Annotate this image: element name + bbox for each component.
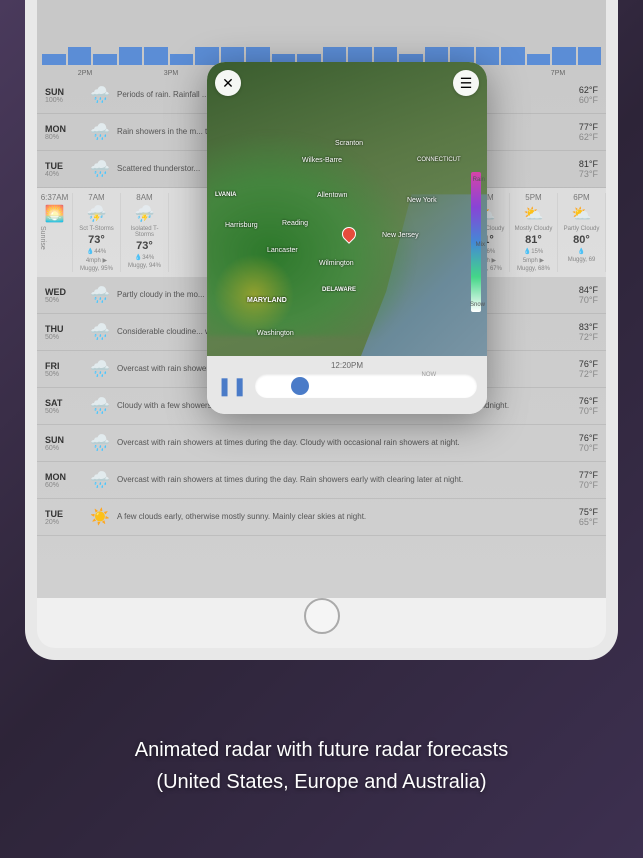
layers-icon[interactable]: ☰ bbox=[453, 70, 479, 96]
radar-timestamp: 12:20PM bbox=[217, 361, 477, 370]
weather-icon: ⛈️ bbox=[123, 204, 166, 224]
hourly-col[interactable]: 6PM⛅ Partly Cloudy80° 💧Muggy, 69 bbox=[558, 193, 606, 272]
daily-row[interactable]: MON60% 🌧️ Overcast with rain showers at … bbox=[37, 462, 606, 499]
hourly-col[interactable]: 7AM⛈️ Sct T-Storms73° 💧44%4mph ▶Muggy, 9… bbox=[73, 193, 121, 272]
radar-controls: 12:20PM ❚❚ NOW bbox=[207, 356, 487, 414]
rain-icon: 🌧️ bbox=[88, 157, 112, 181]
precip-bar-item bbox=[42, 54, 66, 65]
sun-icon: ☀️ bbox=[88, 505, 112, 529]
radar-map[interactable]: New York New Jersey CONNECTICUT MARYLAND… bbox=[207, 62, 487, 356]
close-icon[interactable]: ✕ bbox=[215, 70, 241, 96]
rain-icon: 🌧️ bbox=[88, 83, 112, 107]
time-slider[interactable]: NOW bbox=[255, 374, 477, 398]
rain-icon: 🌧️ bbox=[88, 468, 112, 492]
sunrise-icon: 🌅 bbox=[39, 204, 70, 224]
rain-icon: 🌧️ bbox=[88, 283, 112, 307]
sunrise-col: 6:37AM 🌅 Sunrise bbox=[37, 193, 73, 272]
app-screen: 2PM 3PM 7PM SUN100% 🌧️ Periods of rain. … bbox=[37, 0, 606, 598]
rain-icon: 🌧️ bbox=[88, 431, 112, 455]
promo-caption: Animated radar with future radar forecas… bbox=[0, 734, 643, 798]
hourly-col[interactable]: 5PM⛅ Mostly Cloudy81° 💧15%5mph ▶Muggy, 6… bbox=[510, 193, 558, 272]
weather-icon: ⛅ bbox=[560, 204, 603, 224]
weather-icon: ⛈️ bbox=[75, 204, 118, 224]
weather-icon: ⛅ bbox=[512, 204, 555, 224]
daily-row[interactable]: SUN60% 🌧️ Overcast with rain showers at … bbox=[37, 425, 606, 462]
rain-icon: 🌧️ bbox=[88, 320, 112, 344]
hourly-col[interactable]: 8AM⛈️ Isolated T-Storms73° 💧34%Muggy, 94… bbox=[121, 193, 169, 272]
radar-modal: ✕ ☰ New York New Jersey CONNECTICUT MARY… bbox=[207, 62, 487, 414]
rain-icon: 🌧️ bbox=[88, 357, 112, 381]
daily-row[interactable]: TUE20% ☀️ A few clouds early, otherwise … bbox=[37, 499, 606, 536]
home-button[interactable] bbox=[304, 598, 340, 634]
rain-icon: 🌧️ bbox=[88, 120, 112, 144]
tablet-frame: 2PM 3PM 7PM SUN100% 🌧️ Periods of rain. … bbox=[25, 0, 618, 660]
pause-icon[interactable]: ❚❚ bbox=[217, 376, 247, 397]
slider-thumb[interactable] bbox=[291, 377, 309, 395]
rain-icon: 🌧️ bbox=[88, 394, 112, 418]
